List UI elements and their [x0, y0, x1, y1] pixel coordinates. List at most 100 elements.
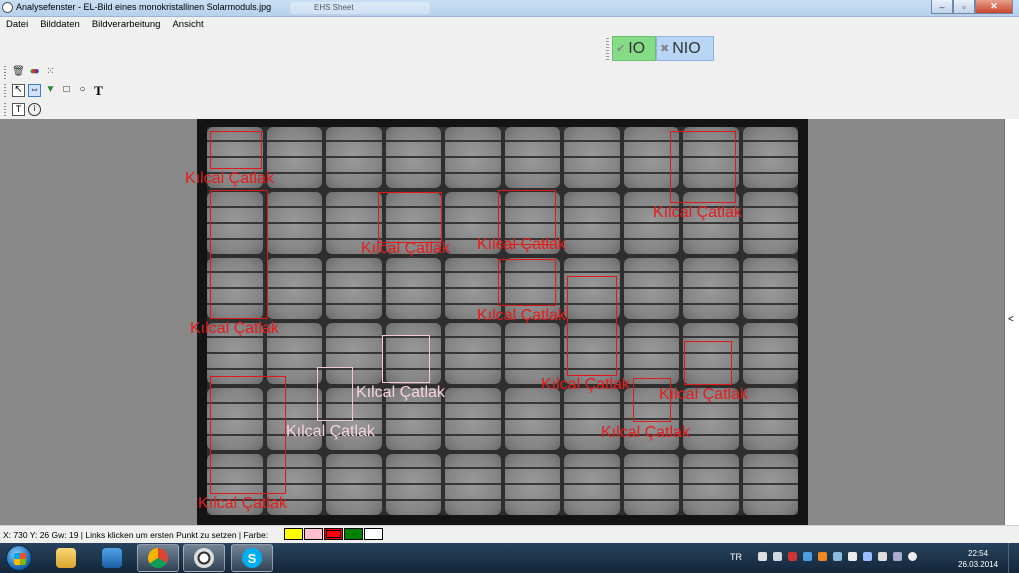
close-button[interactable]: ✕ [975, 0, 1013, 14]
window-title: Analysefenster - EL-Bild eines monokrist… [16, 2, 272, 12]
tray-orange-icon[interactable] [818, 552, 827, 561]
nio-button[interactable]: ✖ NIO [656, 36, 714, 61]
defect-bounding-box[interactable] [498, 259, 556, 306]
checkmark-icon: ✔ [616, 43, 626, 55]
textbox-icon[interactable]: T [12, 102, 25, 116]
solar-cell [385, 257, 441, 319]
defect-label: Kılcal Çatlak [286, 423, 375, 440]
defect-bounding-box[interactable] [567, 276, 617, 376]
dropbox-icon[interactable] [803, 552, 812, 561]
tray-app-icon[interactable] [758, 552, 767, 561]
solar-cell [623, 453, 679, 515]
toolbar-grip[interactable] [606, 38, 609, 60]
power-icon[interactable] [878, 552, 887, 561]
windows-logo-icon [14, 553, 26, 565]
solar-cell [742, 127, 798, 189]
taskbar-skype[interactable]: S [231, 544, 273, 572]
menu-bildverarbeitung[interactable]: Bildverarbeitung [86, 17, 167, 33]
defect-bounding-box[interactable] [210, 190, 268, 319]
solar-cell [266, 257, 322, 319]
menu-ansicht[interactable]: Ansicht [166, 17, 209, 33]
polygon-icon[interactable]: ▼ [44, 84, 57, 97]
nio-label: NIO [672, 39, 701, 57]
defect-bounding-box[interactable] [210, 376, 286, 494]
defect-bounding-box[interactable] [684, 341, 732, 385]
menu-datei[interactable]: Datei [0, 17, 34, 33]
defect-bounding-box[interactable] [378, 192, 442, 243]
maximize-button[interactable]: ▫ [953, 0, 975, 14]
tray-chat-icon[interactable] [848, 552, 857, 561]
signal-icon[interactable] [773, 552, 782, 561]
taskbar-analysis-app[interactable] [183, 544, 225, 572]
defect-label: Kılcal Çatlak [659, 386, 748, 403]
collapse-panel-button[interactable]: < [1008, 314, 1014, 325]
toolbar-row-2: ↖ ⇔ ▼ □ ○ T [4, 82, 105, 98]
bluetooth-icon[interactable] [863, 552, 872, 561]
language-indicator[interactable]: TR [730, 552, 742, 562]
solar-cell [683, 257, 739, 319]
solar-cell [564, 192, 620, 254]
defect-bounding-box[interactable] [633, 378, 671, 422]
rectangle-icon[interactable]: □ [60, 84, 73, 97]
grid-icon[interactable]: ⁙ [44, 66, 57, 79]
folder-icon [56, 548, 76, 568]
solar-cell [445, 322, 501, 385]
toolbar-grip[interactable] [4, 83, 6, 97]
color-swatch[interactable] [324, 528, 343, 540]
toolbar-grip[interactable] [4, 65, 6, 79]
network-icon[interactable] [893, 552, 902, 561]
status-bar: X: 730 Y: 26 Gw: 19 | Links klicken um e… [0, 525, 1019, 544]
app-icon [2, 2, 13, 13]
taskbar-chrome[interactable] [137, 544, 179, 572]
background-window-tab[interactable]: EHS Sheet [290, 2, 430, 14]
toolbar-row-3: T i [4, 101, 41, 117]
io-button[interactable]: ✔ IO [612, 36, 656, 61]
color-swatch[interactable] [284, 528, 303, 540]
analysis-app-icon [194, 548, 214, 568]
circle-icon[interactable]: ○ [76, 84, 89, 97]
clock-time: 22:54 [968, 549, 989, 558]
status-text: X: 730 Y: 26 Gw: 19 | Links klicken um e… [3, 530, 269, 540]
start-button[interactable] [6, 545, 32, 571]
solar-cell [623, 257, 679, 319]
taskbar-media-player[interactable] [91, 544, 133, 572]
color-swatch[interactable] [344, 528, 363, 540]
window-controls: – ▫ ✕ [931, 0, 1013, 14]
tray-chart-icon[interactable] [833, 552, 842, 561]
defect-bounding-box[interactable] [670, 131, 736, 203]
pointer-icon[interactable]: ↖ [12, 83, 25, 97]
toolbar-grip[interactable] [4, 102, 6, 116]
trash-icon[interactable]: 🗑 [12, 66, 25, 79]
solar-cell [742, 322, 798, 385]
side-panel: < [1004, 119, 1019, 525]
measure-icon[interactable]: ⇔ [28, 83, 41, 97]
volume-icon[interactable] [908, 552, 917, 561]
defect-bounding-box[interactable] [210, 131, 262, 169]
text-icon[interactable]: T [92, 84, 105, 97]
solar-cell [326, 453, 382, 515]
solar-cell [504, 127, 560, 189]
show-desktop-button[interactable] [1008, 543, 1019, 573]
info-icon[interactable]: i [28, 102, 41, 116]
menu-bilddaten[interactable]: Bilddaten [34, 17, 86, 33]
defect-bounding-box[interactable] [317, 367, 353, 421]
solar-cell [504, 388, 560, 450]
taskbar-explorer[interactable] [45, 544, 87, 572]
clock[interactable]: 22:54 26.03.2014 [958, 548, 998, 570]
solar-cell [742, 192, 798, 254]
security-icon[interactable] [788, 552, 797, 561]
defect-bounding-box[interactable] [382, 335, 430, 383]
cross-icon: ✖ [660, 43, 670, 55]
solar-cell [445, 127, 501, 189]
minimize-button[interactable]: – [931, 0, 953, 14]
defect-label: Kılcal Çatlak [601, 424, 690, 441]
color-swatch[interactable] [364, 528, 383, 540]
color-swatch[interactable] [304, 528, 323, 540]
defect-label: Kılcal Çatlak [356, 384, 445, 401]
clock-date: 26.03.2014 [958, 560, 999, 569]
defect-label: Kılcal Çatlak [477, 236, 566, 253]
defect-label: Kılcal Çatlak [198, 495, 287, 512]
color-wheel-icon[interactable]: ● [28, 66, 41, 79]
chrome-icon [148, 548, 168, 568]
solar-cell [564, 453, 620, 515]
